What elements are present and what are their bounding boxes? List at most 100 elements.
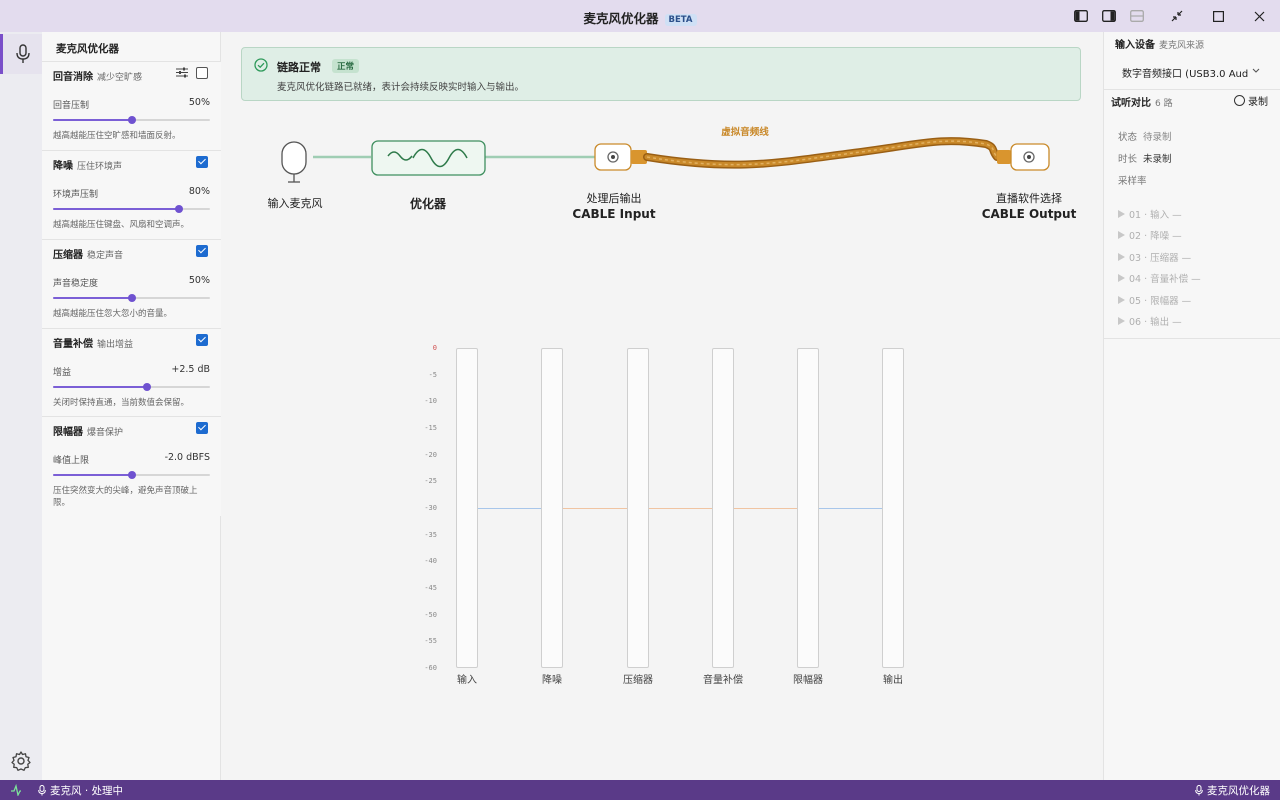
duration-value: 未录制 [1143,154,1172,165]
status-key: 状态 [1118,132,1138,143]
virtual-cable-icon [631,137,1011,169]
main-area: 链路正常 正常 麦克风优化链路已就绪，表计会持续反映实时输入与输出。 输入麦克风… [221,32,1103,780]
toggle-bottom-panel-icon[interactable] [1122,0,1152,32]
status-right-text: 麦克风优化器 [1207,785,1270,797]
step-label: 03 · 压缩器 — [1129,252,1192,264]
panel-title: 麦克风优化器 [56,43,119,55]
tune-settings-icon[interactable] [176,67,188,78]
play-icon [1118,317,1125,325]
meter-scale-tick: -35 [424,530,437,539]
param-label: 环境声压制 [53,190,99,200]
close-icon[interactable] [1244,0,1274,32]
cable-input-label: CABLE Input [572,207,656,221]
meter-scale-tick: -20 [424,450,437,459]
module-enable-checkbox[interactable] [196,67,208,79]
cable-output-port-icon [1010,143,1050,171]
status-bar: 麦克风 · 处理中 麦克风优化器 [0,780,1280,800]
param-slider[interactable] [53,383,210,391]
status-value: 待录制 [1143,132,1172,143]
record-label: 录制 [1248,97,1268,108]
slider-fill [53,386,148,388]
chevron-down-icon[interactable] [1252,68,1260,74]
param-value: -2.0 dBFS [164,452,210,463]
slider-fill [53,474,132,476]
module-panel: 麦克风优化器 回音消除 减少空旷感 回音压制 50% 越高越能压住空旷感和墙面反射。降噪… [42,32,221,780]
microphone-icon [281,141,307,183]
module-enable-checkbox[interactable] [196,245,208,257]
step-label: 06 · 输出 — [1129,317,1182,328]
meter-scale-tick: -25 [424,477,437,486]
record-icon [1234,95,1245,106]
param-value: 50% [188,275,210,286]
slider-thumb[interactable] [127,471,136,479]
step-label: 01 · 输入 — [1129,210,1182,221]
module-description: 越高越能压住键盘、风扇和空调声。 [53,220,190,230]
settings-gear-icon[interactable] [10,750,34,774]
beta-badge: BETA [664,14,697,26]
meter-scale-tick: 0 [432,344,437,352]
module-card: 回音消除 减少空旷感 回音压制 50% 越高越能压住空旷感和墙面反射。 [42,61,221,150]
microphone-icon [1195,785,1203,796]
microphone-nav-icon[interactable] [0,34,42,74]
module-name: 压缩器 [53,250,83,261]
input-device-select[interactable]: 数字音频接口 (USB3.0 Aud [1122,65,1248,80]
meter-scale-tick: -60 [424,664,437,672]
param-slider[interactable] [53,116,210,124]
module-card: 降噪 压住环境声 环境声压制 80% 越高越能压住键盘、风扇和空调声。 [42,150,221,239]
param-label: 声音稳定度 [53,279,99,289]
module-card: 压缩器 稳定声音 声音稳定度 50% 越高越能压住忽大忽小的音量。 [42,239,221,328]
input-device-title: 输入设备 [1115,40,1155,51]
meter-scale-tick: -45 [424,584,437,592]
compare-step[interactable]: 01 · 输入 — [1118,207,1182,221]
right-panel: 输入设备 麦克风来源 数字音频接口 (USB3.0 Aud 试听对比 6 路 录制 … [1103,32,1280,780]
duration-row: 时长 未录制 [1118,151,1172,165]
divider [1104,338,1280,339]
slider-thumb[interactable] [143,383,152,391]
param-slider[interactable] [53,294,210,302]
compare-step[interactable]: 02 · 降噪 — [1118,228,1182,242]
level-trace [734,508,797,509]
param-slider[interactable] [53,471,210,479]
level-trace [649,508,712,509]
optimizer-waveform-icon[interactable] [371,140,486,176]
module-enable-checkbox[interactable] [196,422,208,434]
meter-label: 输出 [883,675,903,686]
duration-key: 时长 [1118,154,1138,165]
record-button[interactable]: 录制 [1234,93,1268,108]
maximize-icon[interactable] [1203,0,1233,32]
compare-step[interactable]: 03 · 压缩器 — [1118,250,1191,264]
compare-step[interactable]: 05 · 限幅器 — [1118,293,1191,307]
meter-label: 输入 [457,675,477,686]
level-meters: 0 -5 -10 -15 -20 -25 -30 -35 -40 -45 -50 -55 -60 输入 降噪… [401,342,921,722]
compare-title: 试听对比 [1111,98,1151,109]
module-subtitle: 输出增益 [97,340,134,350]
meter-bar [797,348,819,668]
mic-label: 输入麦克风 [267,197,323,210]
microphone-icon [38,785,46,796]
step-label: 05 · 限幅器 — [1129,295,1192,307]
module-name: 降噪 [53,161,73,172]
slider-thumb[interactable] [174,205,183,213]
module-enable-checkbox[interactable] [196,334,208,346]
compare-step[interactable]: 04 · 音量补偿 — [1118,271,1201,285]
slider-thumb[interactable] [127,116,136,124]
input-device-header: 输入设备 麦克风来源 [1115,36,1204,51]
module-title: 音量补偿 输出增益 [53,335,133,350]
param-slider[interactable] [53,205,210,213]
meter-bar [712,348,734,668]
toggle-left-panel-icon[interactable] [1066,0,1096,32]
status-right: 麦克风优化器 [1195,783,1270,798]
level-trace [563,508,627,509]
param-value: 80% [188,186,210,197]
compact-icon[interactable] [1162,0,1192,32]
module-name: 回音消除 [53,72,93,83]
cable-input-port-icon [594,143,632,171]
divider [1104,89,1280,90]
toggle-right-panel-icon[interactable] [1094,0,1124,32]
meter-bar [456,348,478,668]
level-trace [478,508,541,509]
module-enable-checkbox[interactable] [196,156,208,168]
slider-thumb[interactable] [127,294,136,302]
compare-step[interactable]: 06 · 输出 — [1118,314,1182,328]
window-title-text: 麦克风优化器 [583,11,659,26]
